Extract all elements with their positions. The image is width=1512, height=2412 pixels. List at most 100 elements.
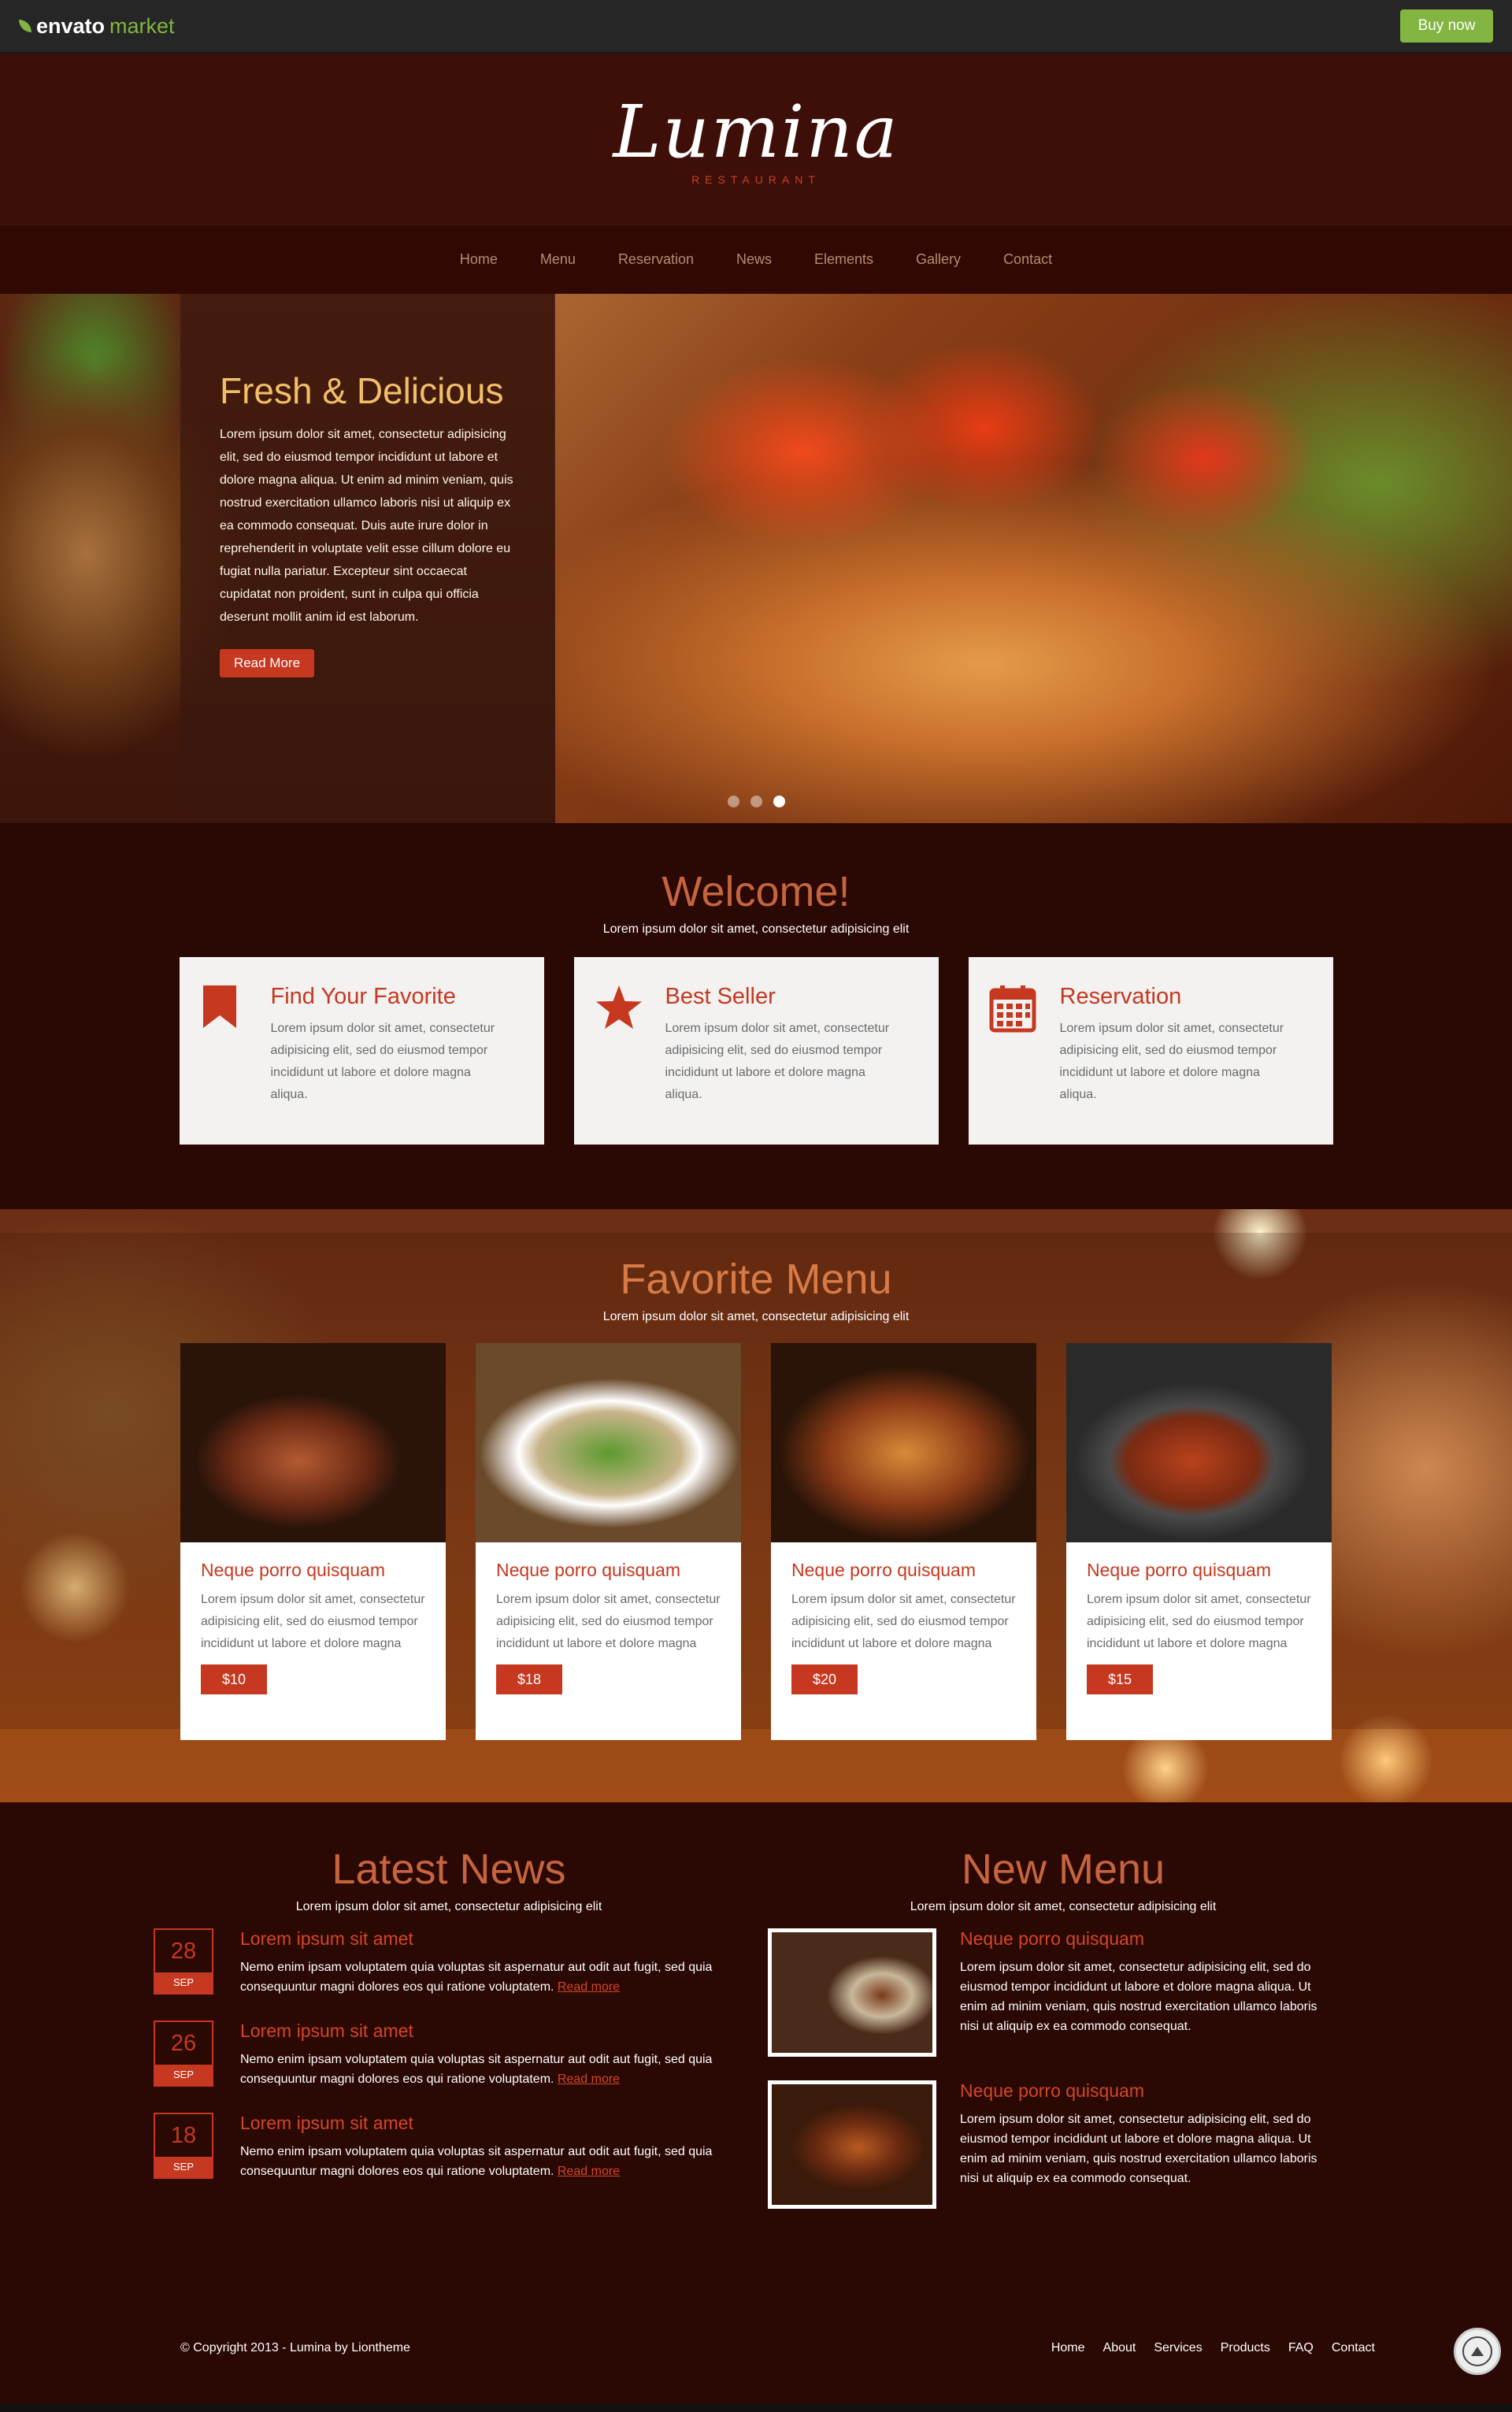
slider-dot[interactable] — [728, 796, 739, 807]
news-body: Nemo enim ipsam voluptatem quia voluptas… — [240, 2142, 728, 2181]
read-more-link[interactable]: Read more — [558, 2072, 620, 2086]
slider-dot-active[interactable] — [773, 796, 785, 807]
footer-nav: Home About Services Products FAQ Contact — [1051, 2341, 1375, 2355]
menu-item-name[interactable]: Neque porro quisquam — [496, 1560, 721, 1581]
news-excerpt: Nemo enim ipsam voluptatem quia voluptas… — [240, 2145, 713, 2178]
welcome-title: Welcome! — [662, 868, 850, 915]
favorite-menu-subtitle: Lorem ipsum dolor sit amet, consectetur … — [602, 1310, 910, 1323]
copyright-text: © Copyright 2013 - Lumina by Liontheme — [180, 2340, 410, 2354]
price-tag: $15 — [1087, 1664, 1153, 1694]
news-title[interactable]: Lorem ipsum sit amet — [240, 2021, 728, 2042]
footer-link-faq[interactable]: FAQ — [1288, 2341, 1314, 2355]
envato-logo[interactable]: envato market — [19, 14, 175, 39]
price-tag: $18 — [496, 1664, 562, 1694]
envato-leaf-icon — [19, 20, 32, 32]
slider-pagination — [728, 796, 785, 807]
date-badge: 18 SEP — [154, 2113, 213, 2179]
latest-news-column: Latest News Lorem ipsum dolor sit amet, … — [154, 1848, 744, 2291]
news-excerpt: Nemo enim ipsam voluptatem quia voluptas… — [240, 2053, 713, 2086]
feature-title: Reservation — [1059, 984, 1182, 1009]
envato-market-text: market — [109, 13, 175, 38]
welcome-subtitle: Lorem ipsum dolor sit amet, consectetur … — [602, 922, 910, 936]
date-month: SEP — [155, 2157, 212, 2177]
feature-card: Reservation Lorem ipsum dolor sit amet, … — [968, 957, 1333, 1145]
new-menu-image[interactable] — [768, 2080, 936, 2209]
new-menu-column: New Menu Lorem ipsum dolor sit amet, con… — [768, 1848, 1358, 2291]
news-title[interactable]: Lorem ipsum sit amet — [240, 2113, 728, 2134]
new-menu-item-title[interactable]: Neque porro quisquam — [960, 1928, 1338, 1950]
nav-contact[interactable]: Contact — [982, 251, 1073, 268]
nav-reservation[interactable]: Reservation — [597, 251, 715, 268]
nav-elements[interactable]: Elements — [793, 251, 895, 268]
menu-card[interactable]: Neque porro quisquam Lorem ipsum dolor s… — [180, 1343, 446, 1740]
new-menu-item: Neque porro quisquam Lorem ipsum dolor s… — [768, 2080, 1358, 2209]
bottom-strip — [0, 2404, 1512, 2412]
menu-card[interactable]: Neque porro quisquam Lorem ipsum dolor s… — [771, 1343, 1036, 1740]
menu-item-name[interactable]: Neque porro quisquam — [1087, 1560, 1311, 1581]
new-menu-subtitle: Lorem ipsum dolor sit amet, consectetur … — [910, 1900, 1217, 1913]
new-menu-item-text: Lorem ipsum dolor sit amet, consectetur … — [960, 2113, 1317, 2185]
feature-text: Lorem ipsum dolor sit amet, consectetur … — [665, 1022, 890, 1101]
feature-text: Lorem ipsum dolor sit amet, consectetur … — [270, 1022, 495, 1101]
menu-item-name[interactable]: Neque porro quisquam — [201, 1560, 425, 1581]
news-item: 26 SEP Lorem ipsum sit amet Nemo enim ip… — [154, 2021, 744, 2089]
roast-chicken-image[interactable] — [771, 1343, 1036, 1542]
footer-link-contact[interactable]: Contact — [1332, 2341, 1375, 2355]
bookmark-icon — [200, 984, 246, 1145]
news-item: 28 SEP Lorem ipsum sit amet Nemo enim ip… — [154, 1928, 744, 1997]
footer-link-products[interactable]: Products — [1221, 2341, 1270, 2355]
new-menu-list: Neque porro quisquam Lorem ipsum dolor s… — [768, 1928, 1358, 2209]
date-month: SEP — [155, 2065, 212, 2085]
nav-home[interactable]: Home — [439, 251, 519, 268]
menu-item-desc: Lorem ipsum dolor sit amet, consectetur … — [791, 1593, 1016, 1650]
nav-news[interactable]: News — [715, 251, 793, 268]
star-icon — [595, 984, 642, 1145]
news-item: 18 SEP Lorem ipsum sit amet Nemo enim ip… — [154, 2113, 744, 2181]
hero-slider: Fresh & Delicious Lorem ipsum dolor sit … — [0, 294, 1512, 823]
news-body: Nemo enim ipsam voluptatem quia voluptas… — [240, 1957, 728, 1997]
news-title[interactable]: Lorem ipsum sit amet — [240, 1928, 728, 1950]
menu-card-row: Neque porro quisquam Lorem ipsum dolor s… — [0, 1343, 1512, 1740]
footer-link-about[interactable]: About — [1103, 2341, 1136, 2355]
envato-brand-text: envato — [36, 13, 106, 38]
buy-now-button[interactable]: Buy now — [1400, 9, 1493, 43]
menu-item-desc: Lorem ipsum dolor sit amet, consectetur … — [496, 1593, 721, 1650]
date-month: SEP — [155, 1972, 212, 1993]
curry-image[interactable] — [1066, 1343, 1332, 1542]
menu-card[interactable]: Neque porro quisquam Lorem ipsum dolor s… — [476, 1343, 741, 1740]
footer-link-home[interactable]: Home — [1051, 2341, 1085, 2355]
feature-card: Find Your Favorite Lorem ipsum dolor sit… — [179, 957, 544, 1145]
menu-item-name[interactable]: Neque porro quisquam — [791, 1560, 1016, 1581]
site-logo[interactable]: Lumina — [613, 95, 899, 169]
read-more-link[interactable]: Read more — [558, 1980, 620, 1994]
main-nav: Home Menu Reservation News Elements Gall… — [0, 225, 1512, 294]
footer-link-services[interactable]: Services — [1154, 2341, 1202, 2355]
news-excerpt: Nemo enim ipsam voluptatem quia voluptas… — [240, 1961, 713, 1994]
slider-dot[interactable] — [750, 796, 762, 807]
salad-image[interactable] — [476, 1343, 741, 1542]
price-tag: $10 — [201, 1664, 267, 1694]
feature-title: Best Seller — [665, 984, 776, 1009]
steak-image[interactable] — [180, 1343, 446, 1542]
read-more-button[interactable]: Read More — [220, 649, 314, 677]
nav-gallery[interactable]: Gallery — [895, 251, 982, 268]
calendar-icon — [989, 984, 1036, 1145]
site-header: Lumina RESTAURANT — [0, 54, 1512, 225]
favorite-menu-title: Favorite Menu — [620, 1256, 892, 1303]
read-more-link[interactable]: Read more — [558, 2165, 620, 2178]
new-menu-image[interactable] — [768, 1928, 936, 2057]
nav-menu[interactable]: Menu — [519, 251, 597, 268]
menu-card[interactable]: Neque porro quisquam Lorem ipsum dolor s… — [1066, 1343, 1332, 1740]
news-and-new-menu: Latest News Lorem ipsum dolor sit amet, … — [0, 1802, 1512, 2291]
arrow-up-icon — [1462, 2336, 1492, 2366]
favorite-menu-section: Favorite Menu Lorem ipsum dolor sit amet… — [0, 1209, 1512, 1802]
feature-card: Best Seller Lorem ipsum dolor sit amet, … — [573, 957, 939, 1145]
new-menu-item-text: Lorem ipsum dolor sit amet, consectetur … — [960, 1961, 1317, 2033]
feature-text: Lorem ipsum dolor sit amet, consectetur … — [1059, 1022, 1284, 1101]
scroll-to-top-button[interactable] — [1454, 2328, 1501, 2375]
new-menu-item-title[interactable]: Neque porro quisquam — [960, 2080, 1338, 2102]
price-tag: $20 — [791, 1664, 858, 1694]
envato-topbar: envato market Buy now — [0, 0, 1512, 54]
date-badge: 26 SEP — [154, 2021, 213, 2087]
news-body: Nemo enim ipsam voluptatem quia voluptas… — [240, 2050, 728, 2089]
